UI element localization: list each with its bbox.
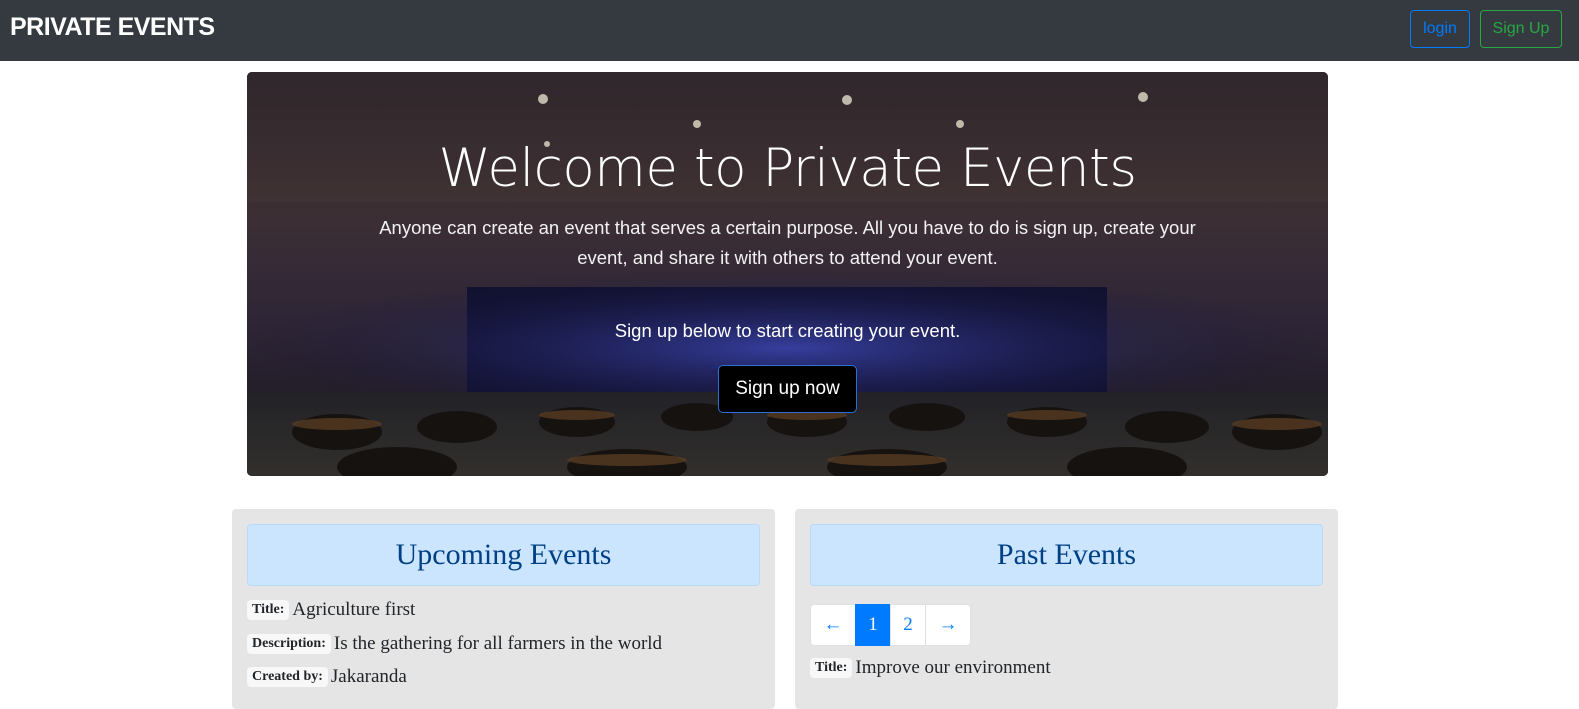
- past-events-panel: Past Events ← 1 2 → Title: Improve our en…: [795, 509, 1338, 709]
- pagination: ← 1 2 →: [810, 604, 971, 646]
- event-description: Is the gathering for all farmers in the …: [333, 633, 663, 654]
- hero-title: Welcome to Private Events: [438, 138, 1137, 199]
- event-title[interactable]: Agriculture first: [292, 599, 415, 621]
- past-event-title-row: Title: Improve our environment: [810, 657, 1051, 683]
- event-creator: Jakaranda: [330, 666, 407, 687]
- hero-cta-text: Sign up below to start creating your eve…: [614, 320, 961, 341]
- event-title-row: Title: Agriculture first: [247, 599, 415, 625]
- hero-background-image: [247, 72, 1328, 476]
- pagination-prev-button[interactable]: ←: [810, 604, 856, 646]
- description-label: Description:: [247, 634, 331, 654]
- top-navbar: PRIVATE EVENTS login Sign Up: [0, 0, 1579, 61]
- signup-now-button[interactable]: Sign up now: [718, 365, 857, 413]
- signup-button[interactable]: Sign Up: [1480, 10, 1562, 48]
- brand-logo[interactable]: PRIVATE EVENTS: [10, 13, 215, 42]
- hero-description: Anyone can create an event that serves a…: [379, 217, 1196, 268]
- upcoming-events-panel: Upcoming Events Title: Agriculture first …: [232, 509, 775, 709]
- hero-banner: Welcome to Private Events Anyone can cre…: [247, 72, 1328, 476]
- title-label: Title:: [810, 658, 853, 678]
- created-by-label: Created by:: [247, 667, 328, 687]
- upcoming-events-heading: Upcoming Events: [247, 524, 760, 586]
- event-creator-row: Created by: Jakaranda: [247, 666, 407, 692]
- title-label: Title:: [247, 600, 290, 620]
- past-event-title[interactable]: Improve our environment: [855, 657, 1050, 679]
- past-events-heading: Past Events: [810, 524, 1323, 586]
- event-description-row: Description: Is the gathering for all far…: [247, 633, 662, 659]
- pagination-next-button[interactable]: →: [925, 604, 971, 646]
- pagination-page-2[interactable]: 2: [890, 604, 926, 646]
- login-button[interactable]: login: [1410, 10, 1470, 48]
- pagination-page-1[interactable]: 1: [855, 604, 891, 646]
